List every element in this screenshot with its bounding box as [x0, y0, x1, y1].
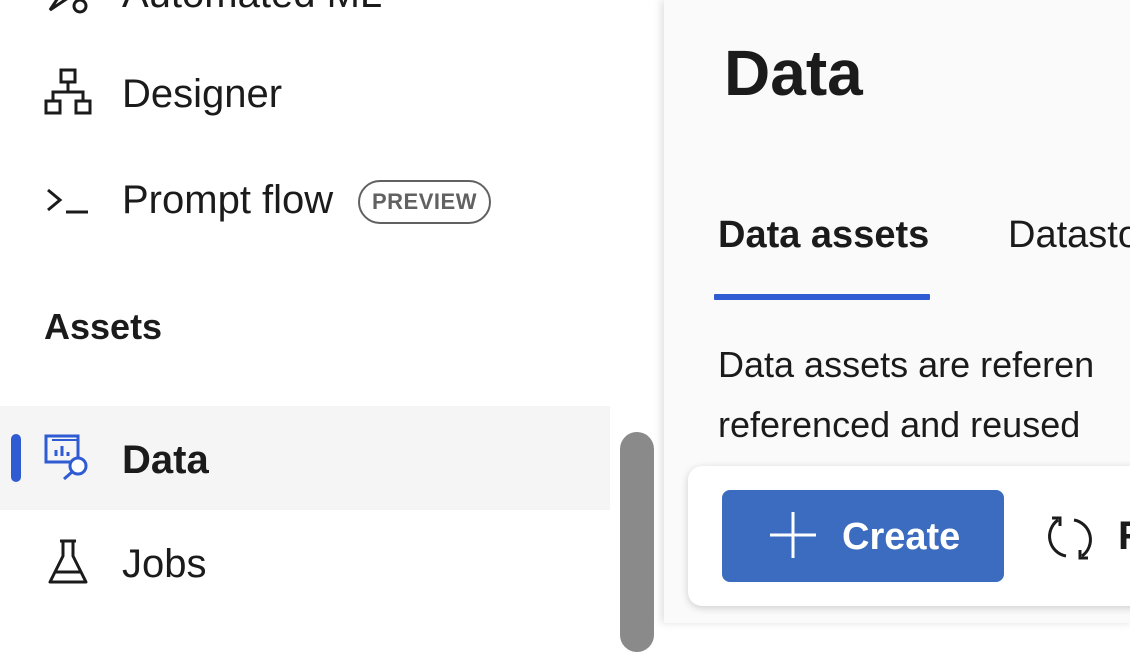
section-heading-assets: Assets — [44, 306, 163, 347]
create-button-label: Create — [842, 516, 961, 558]
plus-icon — [770, 512, 816, 558]
sidebar-scrollbar-thumb[interactable] — [620, 432, 654, 652]
create-button[interactable]: Create — [722, 490, 1004, 582]
sidebar-item-prompt-flow[interactable]: Prompt flow PREVIEW — [0, 150, 610, 254]
sidebar-item-jobs[interactable]: Jobs — [0, 512, 610, 616]
sidebar-item-label: Jobs — [122, 542, 207, 586]
sidebar-item-designer[interactable]: Designer — [0, 44, 610, 148]
description-text-line-1: Data assets are referen — [718, 344, 1095, 385]
refresh-button[interactable]: R — [1044, 510, 1130, 566]
data-icon — [44, 434, 88, 480]
sidebar-item-label: Automated ML — [122, 0, 382, 17]
tab-datastores[interactable]: Datasto — [1008, 214, 1130, 257]
automated-ml-icon — [48, 0, 88, 14]
active-tab-underline — [714, 294, 930, 300]
page-title: Data — [724, 37, 863, 109]
preview-badge: PREVIEW — [358, 180, 491, 224]
tab-data-assets[interactable]: Data assets — [718, 214, 929, 257]
sidebar-item-label: Data — [122, 438, 209, 482]
sidebar-item-label: Prompt flow — [122, 178, 334, 222]
left-navigation: Automated ML Designer Prompt flow PREVIE… — [0, 0, 610, 623]
designer-icon — [44, 68, 92, 115]
refresh-icon — [1048, 516, 1092, 560]
refresh-button-label: R — [1118, 514, 1130, 559]
command-toolbar: Create R — [688, 466, 1130, 606]
prompt-flow-icon — [47, 188, 88, 214]
sidebar-item-label: Designer — [122, 72, 283, 116]
description-text-line-2: referenced and reused — [718, 404, 1081, 445]
active-indicator — [11, 434, 21, 482]
flask-icon — [48, 539, 88, 584]
main-panel: Data Data assets Datasto Data assets are… — [664, 0, 1130, 623]
sidebar-item-data[interactable]: Data — [0, 406, 610, 510]
